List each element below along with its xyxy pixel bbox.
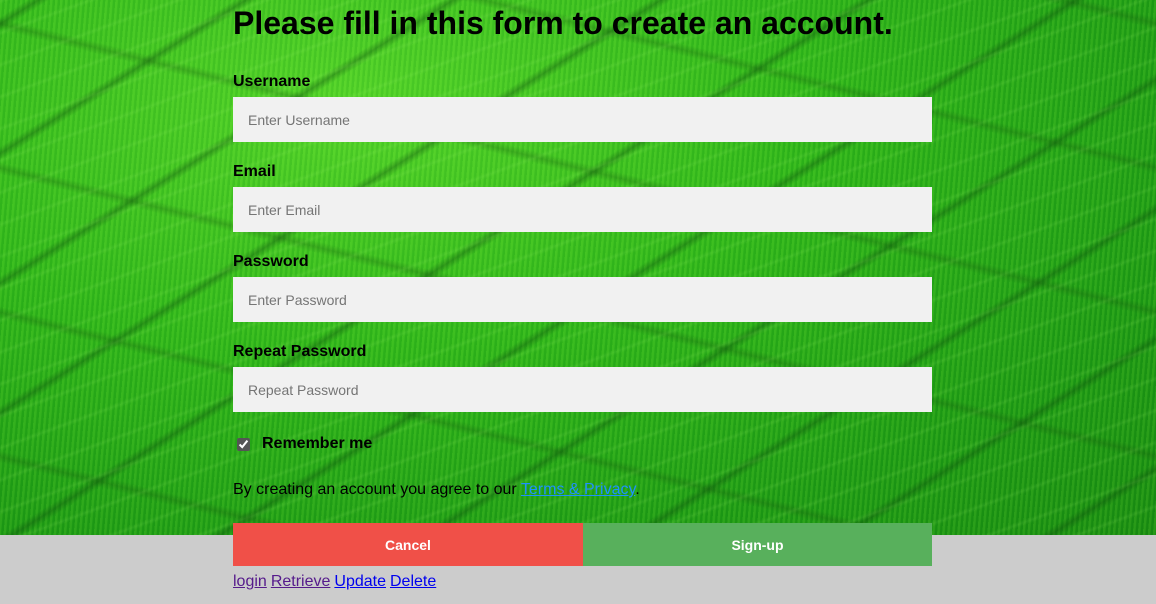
- repeat-password-input[interactable]: [233, 367, 932, 412]
- footer-links: login Retrieve Update Delete: [233, 572, 440, 592]
- delete-link[interactable]: Delete: [390, 573, 436, 590]
- username-label: Username: [233, 73, 311, 90]
- terms-suffix: .: [635, 481, 640, 498]
- remember-me-checkbox[interactable]: [237, 437, 250, 451]
- terms-text: By creating an account you agree to our …: [233, 480, 640, 500]
- login-link[interactable]: login: [233, 573, 267, 590]
- page-title: Please fill in this form to create an ac…: [233, 5, 893, 41]
- background-image: [0, 0, 1156, 535]
- email-input[interactable]: [233, 187, 932, 232]
- remember-me-row: Remember me: [233, 434, 372, 454]
- terms-privacy-link[interactable]: Terms & Privacy: [521, 481, 635, 498]
- signup-button[interactable]: Sign-up: [583, 523, 932, 566]
- password-input[interactable]: [233, 277, 932, 322]
- retrieve-link[interactable]: Retrieve: [271, 573, 331, 590]
- email-label: Email: [233, 163, 276, 180]
- username-input[interactable]: [233, 97, 932, 142]
- password-label: Password: [233, 253, 309, 270]
- repeat-password-label: Repeat Password: [233, 343, 367, 360]
- update-link[interactable]: Update: [334, 573, 386, 590]
- terms-prefix: By creating an account you agree to our: [233, 481, 521, 498]
- cancel-button[interactable]: Cancel: [233, 523, 583, 566]
- remember-me-label: Remember me: [262, 435, 373, 452]
